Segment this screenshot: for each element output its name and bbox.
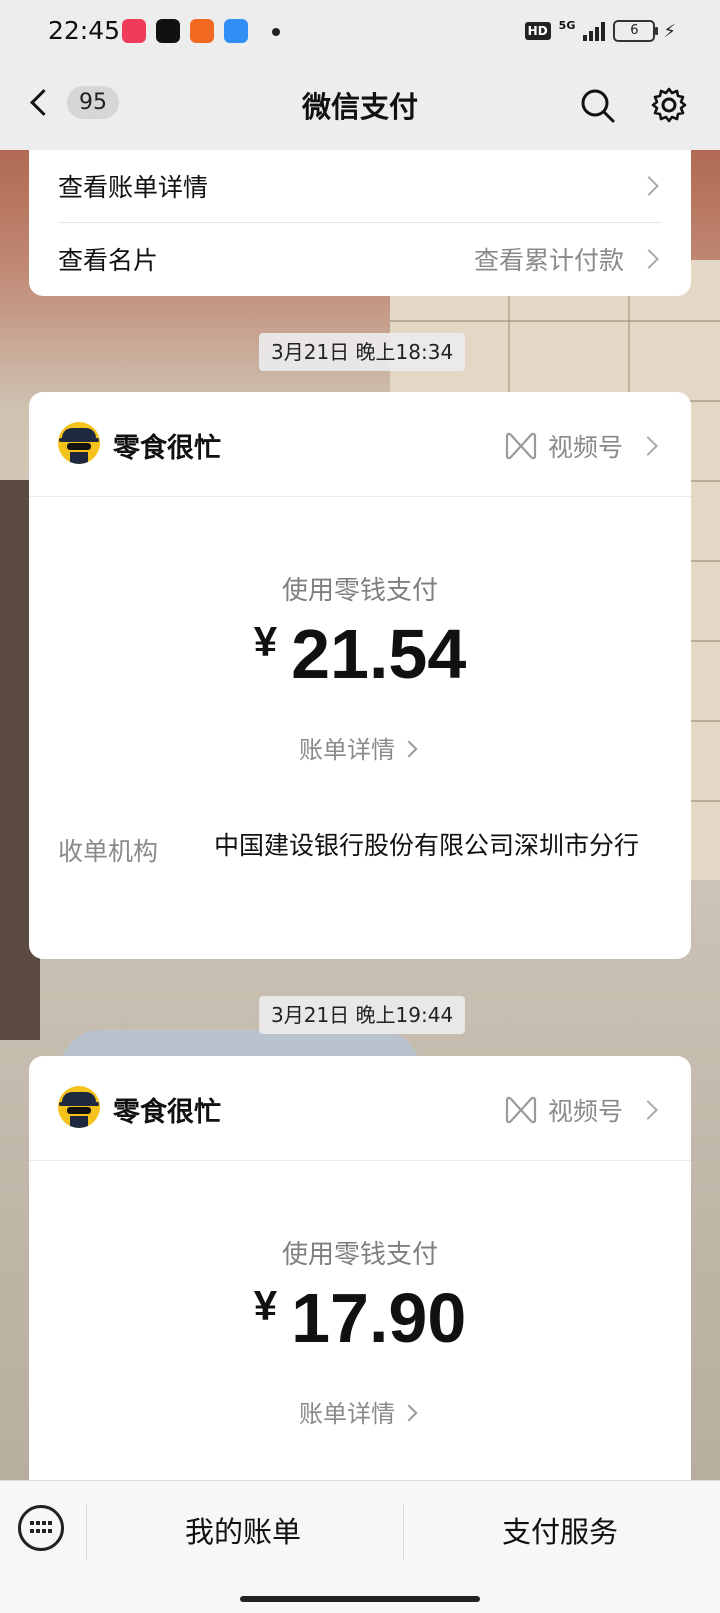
home-indicator[interactable] bbox=[240, 1596, 480, 1602]
status-time: 22:45 bbox=[48, 16, 121, 45]
chevron-right-icon bbox=[638, 436, 658, 456]
timestamp-pill: 3月21日 晚上18:34 bbox=[259, 333, 466, 371]
merchant-avatar bbox=[58, 1086, 100, 1128]
bill-detail-link-label: 账单详情 bbox=[299, 1400, 395, 1428]
view-total-label: 查看累计付款 bbox=[473, 246, 624, 275]
acquirer-label: 收单机构 bbox=[58, 837, 159, 866]
acquirer-value: 中国建设银行股份有限公司深圳市分行 bbox=[214, 831, 640, 860]
kuaishou-icon bbox=[190, 19, 214, 43]
payment-method-label: 使用零钱支付 bbox=[281, 1240, 438, 1270]
signal-icon bbox=[583, 21, 606, 41]
payment-card: 零食很忙 视频号 使用零钱支付 ¥17.90 账单详情 bbox=[29, 1056, 691, 1496]
merchant-name: 零食很忙 bbox=[113, 1097, 221, 1128]
bill-detail-link[interactable]: 账单详情 bbox=[29, 730, 691, 765]
view-card-label: 查看名片 bbox=[58, 246, 159, 275]
bottom-bar: 我的账单 支付服务 bbox=[0, 1480, 720, 1613]
chevron-right-icon bbox=[400, 740, 418, 758]
battery-icon: 6 bbox=[613, 20, 659, 42]
payment-card: 零食很忙 视频号 使用零钱支付 ¥21.54 账单详情 收单机构 中国建设银行股… bbox=[29, 392, 691, 959]
channels-icon bbox=[505, 432, 537, 460]
more-notifications-icon bbox=[272, 28, 280, 36]
divider bbox=[86, 1503, 87, 1561]
bill-detail-label: 查看账单详情 bbox=[58, 173, 209, 202]
music-app-icon bbox=[122, 19, 146, 43]
chevron-right-icon bbox=[639, 249, 659, 269]
charging-icon: ⚡ bbox=[663, 20, 676, 42]
amount-value: 21.54 bbox=[291, 615, 467, 693]
network-label: 5G bbox=[558, 18, 576, 32]
channels-link[interactable]: 视频号 bbox=[504, 1092, 661, 1128]
currency-symbol: ¥ bbox=[253, 1282, 278, 1329]
currency-symbol: ¥ bbox=[253, 618, 278, 665]
gear-icon[interactable] bbox=[650, 86, 688, 124]
payment-amount: ¥21.54 bbox=[29, 614, 691, 694]
keyboard-icon[interactable] bbox=[18, 1505, 64, 1551]
channels-icon bbox=[505, 1096, 537, 1124]
merchant-name: 零食很忙 bbox=[113, 433, 221, 464]
messages-app-icon bbox=[224, 19, 248, 43]
nav-bar: 95 微信支付 bbox=[0, 64, 720, 150]
bill-detail-row[interactable]: 查看账单详情 bbox=[58, 150, 662, 222]
payment-amount: ¥17.90 bbox=[29, 1278, 691, 1358]
amount-value: 17.90 bbox=[291, 1279, 467, 1357]
view-card-row[interactable]: 查看名片 查看累计付款 bbox=[58, 223, 662, 295]
merchant-row[interactable]: 零食很忙 视频号 bbox=[29, 392, 691, 497]
bill-detail-link[interactable]: 账单详情 bbox=[29, 1394, 691, 1429]
pay-services-button[interactable]: 支付服务 bbox=[502, 1509, 618, 1551]
status-indicators: HD 5G 6 ⚡ bbox=[524, 18, 676, 42]
my-bills-button[interactable]: 我的账单 bbox=[185, 1509, 301, 1551]
chevron-right-icon bbox=[639, 176, 659, 196]
search-icon[interactable] bbox=[580, 88, 616, 124]
bill-detail-link-label: 账单详情 bbox=[299, 736, 395, 764]
channels-link[interactable]: 视频号 bbox=[504, 428, 661, 464]
previous-payment-card: 查看账单详情 查看名片 查看累计付款 bbox=[29, 150, 691, 296]
hd-icon: HD bbox=[524, 22, 551, 40]
chevron-right-icon bbox=[400, 1404, 418, 1422]
timestamp-pill: 3月21日 晚上19:44 bbox=[259, 996, 466, 1034]
merchant-avatar bbox=[58, 422, 100, 464]
chevron-right-icon bbox=[638, 1100, 658, 1120]
channels-label: 视频号 bbox=[547, 433, 623, 462]
tiktok-icon bbox=[156, 19, 180, 43]
status-bar: 22:45 HD 5G 6 ⚡ bbox=[0, 0, 720, 64]
payment-method-label: 使用零钱支付 bbox=[281, 576, 438, 606]
divider bbox=[403, 1503, 404, 1561]
channels-label: 视频号 bbox=[547, 1097, 623, 1126]
merchant-row[interactable]: 零食很忙 视频号 bbox=[29, 1056, 691, 1161]
